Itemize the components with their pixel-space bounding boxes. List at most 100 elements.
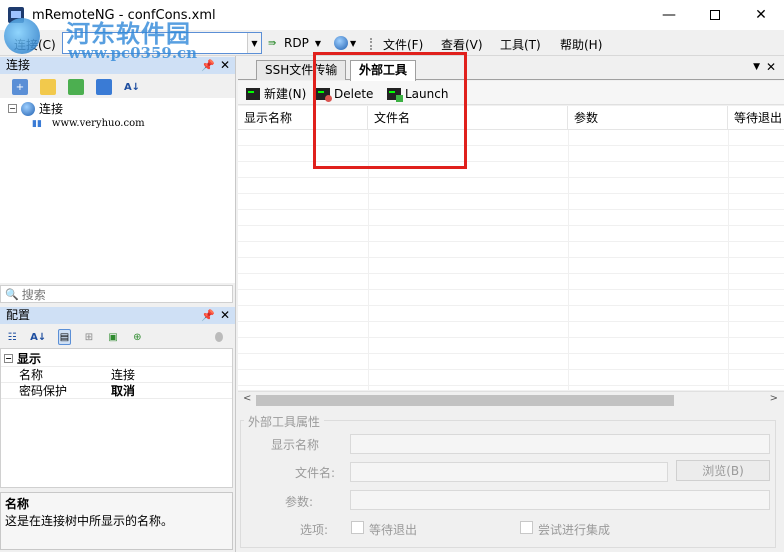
property-value[interactable]: 连接 — [111, 366, 135, 383]
tree-root-row[interactable]: − 连接 — [8, 100, 63, 117]
collapse-toggle-icon[interactable]: − — [8, 104, 17, 113]
connect-label: 连接(C) — [14, 38, 56, 52]
chevron-down-icon[interactable]: ▼ — [753, 62, 760, 72]
title-bar: mRemoteNG - confCons.xml — ✕ — [0, 0, 784, 30]
list-rows — [238, 130, 784, 390]
launch-tool-button[interactable]: Launch — [383, 84, 452, 103]
config-panel-title: 配置 — [6, 308, 31, 322]
chevron-down-icon[interactable]: ▼ — [247, 33, 261, 53]
search-input[interactable]: 🔍 搜索 — [0, 285, 233, 303]
sort-az-icon[interactable]: A↓ — [124, 79, 140, 95]
property-row[interactable]: 名称 连接 — [1, 367, 232, 383]
rdp-icon: ⇛ — [268, 38, 277, 49]
minimize-button[interactable]: — — [646, 0, 692, 30]
external-tools-list[interactable]: 显示名称 文件名 参数 等待退出 — [238, 106, 784, 390]
connection-icon: ▮▮ — [32, 118, 42, 129]
property-value[interactable]: 取消 — [111, 382, 135, 399]
document-tabstrip: SSH文件传输 外部工具 ▼ ✕ — [238, 56, 784, 81]
connection-tree: − 连接 ▮▮ www.veryhuo.com — [0, 98, 235, 283]
category-label: 显示 — [17, 352, 42, 366]
chevron-down-icon: ▼ — [314, 38, 321, 48]
collapse-toggle-icon[interactable]: − — [4, 354, 13, 363]
chevron-right-icon[interactable]: > — [770, 393, 778, 404]
arguments-label: 参数: — [285, 495, 314, 509]
wait-exit-label: 等待退出 — [369, 523, 418, 537]
menu-help[interactable]: 帮助(H) — [560, 36, 602, 53]
globe-button[interactable]: ▼ — [334, 36, 356, 50]
connect-combo[interactable]: ▼ — [62, 32, 262, 54]
column-header-file-name[interactable]: 文件名 — [368, 106, 568, 130]
globe-icon — [334, 36, 348, 50]
scrollbar-thumb[interactable] — [256, 395, 674, 406]
tab-ssh-transfer[interactable]: SSH文件传输 — [256, 60, 347, 80]
menu-view[interactable]: 查看(V) — [441, 36, 483, 53]
default-inheritance-icon[interactable]: ⊕ — [131, 329, 143, 345]
tree-item-label: www.veryhuo.com — [51, 118, 145, 129]
display-name-field[interactable] — [350, 434, 770, 454]
file-name-label: 文件名: — [295, 466, 336, 480]
status-icon — [215, 332, 224, 342]
inheritance-icon[interactable]: ⊞ — [83, 329, 95, 345]
display-name-label: 显示名称 — [271, 438, 320, 452]
pin-icon[interactable]: 📌 — [201, 307, 215, 324]
property-row[interactable]: 密码保护 取消 — [1, 383, 232, 399]
property-grid: − 显示 名称 连接 密码保护 取消 — [0, 348, 233, 488]
tree-item-connection[interactable]: ▮▮ www.veryhuo.com — [32, 118, 145, 129]
description-box: 名称 这是在连接树中所显示的名称。 — [0, 492, 233, 550]
menu-file[interactable]: 文件(F) — [383, 36, 423, 53]
collapse-all-icon[interactable] — [96, 79, 112, 95]
tree-root-label: 连接 — [39, 102, 64, 116]
menu-tools[interactable]: 工具(T) — [500, 36, 541, 53]
config-toolbar: ☷ A↓ ▤ ⊞ ▣ ⊕ — [0, 326, 235, 348]
try-integrate-checkbox[interactable] — [520, 521, 533, 534]
column-header-display-name[interactable]: 显示名称 — [238, 106, 368, 130]
wait-exit-checkbox[interactable] — [351, 521, 364, 534]
maximize-button[interactable] — [692, 0, 738, 30]
connections-toolbar: + A↓ — [6, 76, 152, 98]
horizontal-scrollbar[interactable]: < > — [238, 391, 784, 408]
expand-all-icon[interactable] — [68, 79, 84, 95]
arguments-field[interactable] — [350, 490, 770, 510]
property-name: 名称 — [19, 368, 44, 382]
rdp-button[interactable]: ⇛ RDP ▼ — [268, 36, 321, 50]
try-integrate-label: 尝试进行集成 — [538, 523, 611, 537]
list-header: 显示名称 文件名 参数 等待退出 — [238, 106, 784, 130]
category-row[interactable]: − 显示 — [1, 351, 232, 367]
column-header-arguments[interactable]: 参数 — [568, 106, 728, 130]
properties-icon[interactable]: ▤ — [58, 329, 71, 345]
file-name-field[interactable] — [350, 462, 668, 482]
terminal-icon — [246, 87, 260, 100]
new-folder-icon[interactable] — [40, 79, 56, 95]
window-title: mRemoteNG - confCons.xml — [32, 7, 216, 23]
close-icon[interactable]: ✕ — [220, 307, 230, 324]
column-divider — [368, 130, 369, 390]
column-divider — [728, 130, 729, 390]
sort-az-icon[interactable]: A↓ — [30, 329, 46, 345]
column-divider — [568, 130, 569, 390]
delete-tool-button[interactable]: Delete — [312, 84, 377, 103]
column-header-wait-exit[interactable]: 等待退出 — [728, 106, 784, 130]
pin-icon[interactable]: 📌 — [201, 57, 215, 74]
tab-external-tools[interactable]: 外部工具 — [350, 60, 417, 81]
external-tools-toolbar: 新建(N) Delete Launch — [238, 81, 784, 105]
new-connection-icon[interactable]: + — [12, 79, 28, 95]
chevron-left-icon[interactable]: < — [243, 393, 251, 404]
chevron-down-icon: ▼ — [350, 38, 357, 48]
categorized-icon[interactable]: ☷ — [6, 329, 18, 345]
description-title: 名称 — [5, 497, 30, 511]
globe-icon — [21, 101, 35, 116]
search-icon: 🔍 — [5, 287, 19, 301]
property-name: 密码保护 — [19, 384, 68, 398]
options-label: 选项: — [300, 523, 329, 537]
toolbar-separator — [370, 38, 373, 50]
config-panel-header: 配置 📌 ✕ — [0, 307, 235, 324]
app-icon — [8, 7, 24, 23]
default-properties-icon[interactable]: ▣ — [107, 329, 119, 345]
close-icon[interactable]: ✕ — [220, 57, 230, 74]
browse-button[interactable]: 浏览(B) — [676, 460, 770, 481]
close-button[interactable]: ✕ — [738, 0, 784, 30]
connections-panel-header: 连接 📌 ✕ — [0, 57, 235, 74]
group-title: 外部工具属性 — [244, 413, 325, 430]
new-tool-button[interactable]: 新建(N) — [242, 84, 310, 103]
close-icon[interactable]: ✕ — [766, 60, 776, 74]
